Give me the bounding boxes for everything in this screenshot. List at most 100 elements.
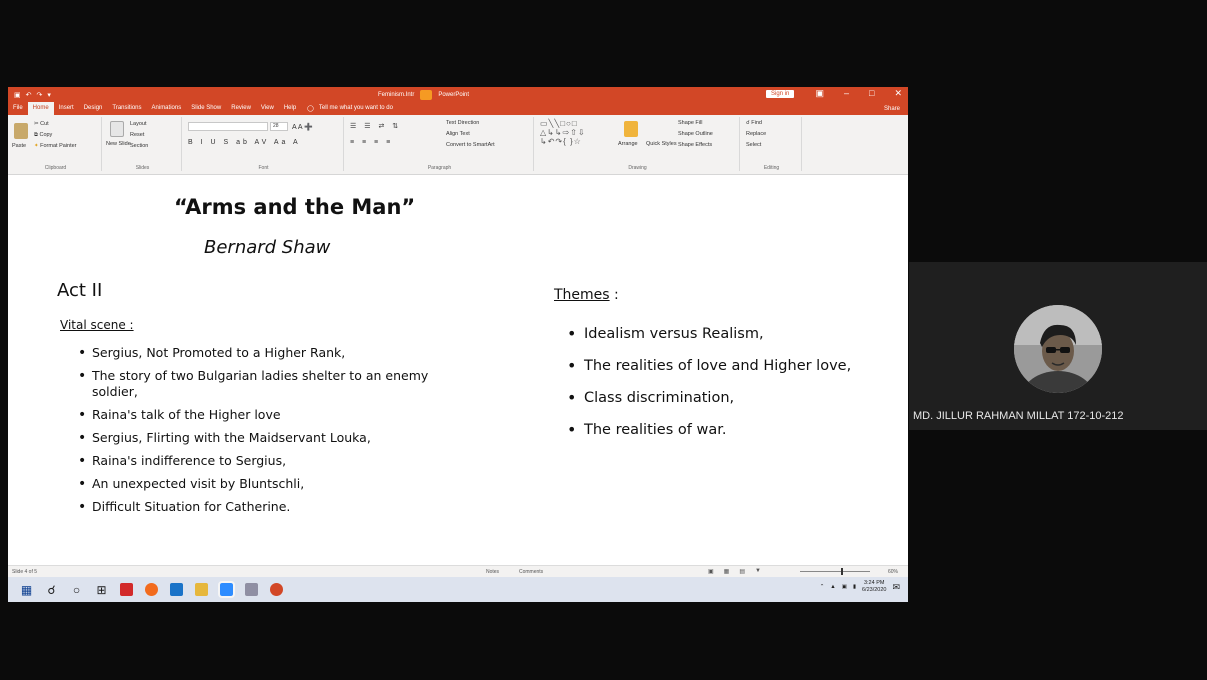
app-icon[interactable] xyxy=(245,583,258,596)
paste-label[interactable]: Paste xyxy=(12,143,26,149)
app-name: PowerPoint xyxy=(438,92,470,98)
list-item: Difficult Situation for Catherine. xyxy=(78,499,478,515)
shapes-gallery[interactable]: ▭╲╲□○□ △↳↳⇨⇧⇩ ↳↶↷{ }☆ xyxy=(540,119,586,146)
reading-view-icon[interactable]: ▤ xyxy=(739,568,745,575)
shape-fill-button[interactable]: Shape Fill xyxy=(678,120,702,126)
ribbon-tabs: File Home Insert Design Transitions Anim… xyxy=(8,102,908,115)
normal-view-icon[interactable]: ▣ xyxy=(708,568,714,575)
close-button[interactable]: ✕ xyxy=(894,88,902,99)
arrange-button[interactable]: Arrange xyxy=(618,141,638,147)
new-slide-icon[interactable] xyxy=(110,121,124,137)
copy-button[interactable]: Copy xyxy=(39,132,52,138)
clock-date: 6/23/2020 xyxy=(861,587,887,593)
maximize-button[interactable]: □ xyxy=(869,88,874,99)
tab-animations[interactable]: Animations xyxy=(147,102,187,115)
participant-tile[interactable]: MD. JILLUR RAHMAN MILLAT 172-10-212 xyxy=(909,262,1207,430)
file-name: Feminism.Intr xyxy=(378,92,415,98)
slide-canvas[interactable]: “Arms and the Man” Bernard Shaw Act II V… xyxy=(8,175,908,565)
text-direction-button[interactable]: Text Direction xyxy=(446,120,479,126)
font-size-box[interactable]: 28 xyxy=(270,122,288,131)
tab-file[interactable]: File xyxy=(8,102,28,115)
document-title: Feminism.Intr PowerPoint xyxy=(378,90,469,100)
reset-button[interactable]: Reset xyxy=(130,132,144,138)
cut-button[interactable]: Cut xyxy=(40,121,49,127)
arrange-icon[interactable] xyxy=(624,121,638,137)
clipboard-group: Paste ✂ Cut ⧉ Copy ✦ Format Painter Clip… xyxy=(10,117,102,171)
grow-shrink-font-icon[interactable]: A A ➕ xyxy=(292,123,313,131)
list-item: Idealism versus Realism, xyxy=(567,325,907,343)
network-icon[interactable]: ▲ xyxy=(830,584,835,590)
shape-effects-button[interactable]: Shape Effects xyxy=(678,142,712,148)
tray-chevron-icon[interactable]: ⌃ xyxy=(820,584,825,590)
paragraph-group: ☰ ☰ ⇄ ⇅ ≡ ≡ ≡ ≡ Text Direction Align Tex… xyxy=(346,117,534,171)
vital-scene-list: Sergius, Not Promoted to a Higher Rank, … xyxy=(78,345,478,522)
ppt-status-bar: Slide 4 of 5 Notes Comments ▣ ▦ ▤ ▼ 60% xyxy=(8,565,908,577)
tab-help[interactable]: Help xyxy=(279,102,301,115)
acrobat-icon[interactable] xyxy=(120,583,133,596)
format-painter-button[interactable]: Format Painter xyxy=(40,143,76,149)
undo-icon[interactable]: ↶ xyxy=(26,91,32,99)
tab-home[interactable]: Home xyxy=(27,102,54,115)
list-item: Class discrimination, xyxy=(567,389,907,407)
search-icon[interactable]: ☌ xyxy=(45,583,58,597)
ribbon-display-icon[interactable]: ▣ xyxy=(815,88,824,99)
browser-icon[interactable] xyxy=(145,583,158,596)
notification-icon[interactable]: ✉ xyxy=(892,582,900,593)
share-button[interactable]: Share xyxy=(884,106,900,112)
save-icon[interactable]: ▣ xyxy=(14,91,21,99)
align-buttons[interactable]: ≡ ≡ ≡ ≡ xyxy=(350,139,393,146)
minimize-button[interactable]: – xyxy=(844,88,849,99)
volume-icon[interactable]: ▣ xyxy=(842,584,847,590)
slide-counter: Slide 4 of 5 xyxy=(12,569,38,575)
powerpoint-taskbar-icon[interactable] xyxy=(270,583,283,596)
tab-transitions[interactable]: Transitions xyxy=(107,102,146,115)
redo-icon[interactable]: ↷ xyxy=(37,91,43,99)
mail-icon[interactable] xyxy=(170,583,183,596)
notes-button[interactable]: Notes xyxy=(486,569,499,575)
list-buttons[interactable]: ☰ ☰ ⇄ ⇅ xyxy=(350,122,401,130)
quick-styles-button[interactable]: Quick Styles xyxy=(646,141,677,147)
zoom-thumb[interactable] xyxy=(840,568,843,575)
layout-button[interactable]: Layout xyxy=(130,121,147,127)
find-button[interactable]: Find xyxy=(751,120,762,126)
clock-time: 3:24 PM xyxy=(863,580,885,586)
zoom-track xyxy=(800,571,870,572)
align-text-button[interactable]: Align Text xyxy=(446,131,470,137)
shape-outline-button[interactable]: Shape Outline xyxy=(678,131,713,137)
view-buttons: ▣ ▦ ▤ ▼ xyxy=(708,568,761,575)
tab-insert[interactable]: Insert xyxy=(54,102,79,115)
tab-view[interactable]: View xyxy=(256,102,279,115)
window-controls: ▣ – □ ✕ xyxy=(815,88,902,99)
cortana-icon[interactable]: ○ xyxy=(70,583,83,597)
font-name-box[interactable] xyxy=(188,122,268,131)
ppt-title-bar: ▣ ↶ ↷ ▾ Feminism.Intr PowerPoint Sign in… xyxy=(8,87,908,102)
tell-me-search[interactable]: Tell me what you want to do xyxy=(314,102,398,115)
list-item: The story of two Bulgarian ladies shelte… xyxy=(78,368,478,400)
file-explorer-icon[interactable] xyxy=(195,583,208,596)
paste-icon[interactable] xyxy=(14,123,28,139)
zoom-share-indicator-icon xyxy=(420,90,433,100)
customize-icon[interactable]: ▾ xyxy=(47,91,51,99)
zoom-app-icon[interactable] xyxy=(218,581,235,598)
paragraph-group-label: Paragraph xyxy=(427,165,452,171)
windows-taskbar: ▦ ☌ ○ ⊞ ⌃ ▲ ▣ ▮ 3:24 PM 6/23/2020 ✉ xyxy=(8,577,908,602)
font-format-buttons[interactable]: B I U S ab AV Aa A xyxy=(188,139,301,146)
task-view-icon[interactable]: ⊞ xyxy=(95,583,108,597)
battery-icon[interactable]: ▮ xyxy=(853,584,856,590)
zoom-slider[interactable] xyxy=(800,568,870,575)
comments-button[interactable]: Comments xyxy=(519,569,543,575)
zoom-value[interactable]: 60% xyxy=(888,569,898,575)
replace-button[interactable]: Replace xyxy=(746,131,766,137)
tab-slide-show[interactable]: Slide Show xyxy=(186,102,226,115)
convert-smartart-button[interactable]: Convert to SmartArt xyxy=(446,142,495,148)
sign-in-button[interactable]: Sign in xyxy=(766,90,795,98)
system-clock[interactable]: 3:24 PM 6/23/2020 xyxy=(862,580,886,594)
section-button[interactable]: Section xyxy=(130,143,148,149)
slide-sorter-icon[interactable]: ▦ xyxy=(724,568,730,575)
tab-design[interactable]: Design xyxy=(79,102,108,115)
tab-review[interactable]: Review xyxy=(226,102,256,115)
windows-start-icon[interactable]: ▦ xyxy=(20,583,33,597)
slideshow-icon[interactable]: ▼ xyxy=(755,568,761,575)
new-slide-button[interactable]: New Slide xyxy=(106,141,131,147)
select-button[interactable]: Select xyxy=(746,142,761,148)
